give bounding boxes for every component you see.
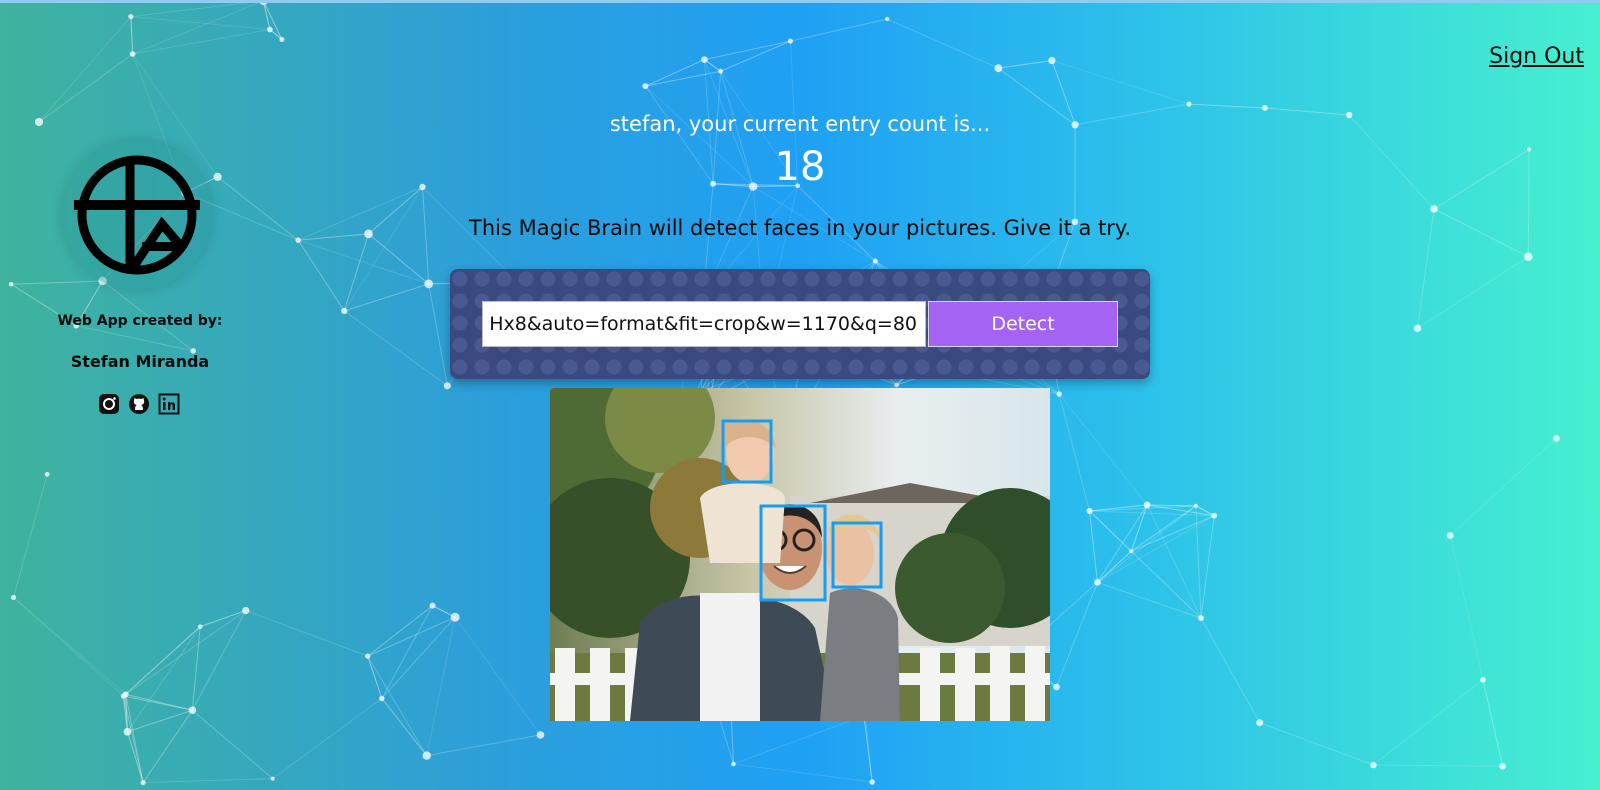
- credit-title: Web App created by:: [57, 313, 223, 329]
- linkedin-icon[interactable]: [158, 393, 180, 415]
- detect-button[interactable]: Detect: [928, 301, 1118, 347]
- input-photo: [550, 388, 1050, 721]
- entry-count-label: stefan, your current entry count is...: [609, 112, 991, 136]
- entry-count-value: 18: [774, 144, 826, 190]
- github-icon[interactable]: [128, 393, 150, 415]
- image-link-form: Detect: [450, 269, 1150, 379]
- creator-name: Stefan Miranda: [70, 352, 210, 371]
- instagram-icon[interactable]: [98, 393, 120, 415]
- family-photo-image: [550, 388, 1050, 721]
- sign-out-link[interactable]: Sign Out: [1489, 44, 1584, 69]
- image-url-input[interactable]: [482, 301, 926, 347]
- social-links: [98, 393, 180, 415]
- window-top-edge: [0, 0, 1600, 3]
- intro-text: This Magic Brain will detect faces in yo…: [469, 216, 1131, 240]
